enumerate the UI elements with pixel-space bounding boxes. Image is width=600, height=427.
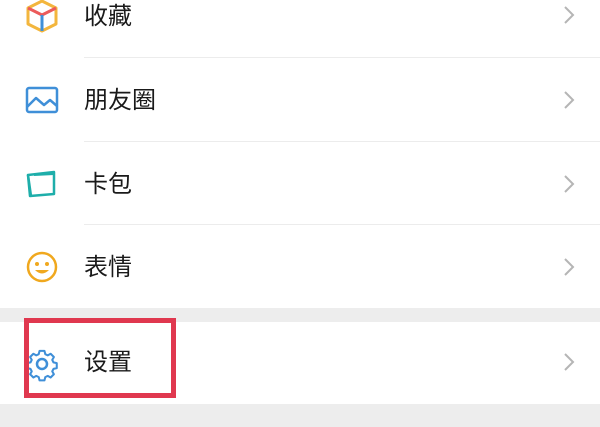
menu-item-label: 表情: [84, 253, 132, 281]
menu-item-moments[interactable]: 朋友圈: [0, 58, 600, 142]
cube-icon: [24, 0, 60, 34]
menu-item-label: 收藏: [84, 2, 132, 30]
chevron-right-icon: [562, 89, 576, 111]
gear-icon: [24, 346, 60, 382]
menu-group-settings: 设置: [0, 322, 600, 404]
menu-item-card-wallet[interactable]: 卡包: [0, 142, 600, 226]
chevron-right-icon: [562, 4, 576, 26]
menu-item-label: 卡包: [84, 170, 132, 198]
image-icon: [24, 82, 60, 118]
chevron-right-icon: [562, 173, 576, 195]
menu-item-label: 设置: [84, 348, 132, 376]
card-wallet-icon: [24, 166, 60, 202]
menu-item-settings[interactable]: 设置: [0, 322, 600, 404]
smiley-icon: [24, 249, 60, 285]
menu-item-label: 朋友圈: [84, 86, 156, 114]
chevron-right-icon: [562, 256, 576, 278]
menu-group-primary: 收藏 朋友圈 卡包 表情: [0, 0, 600, 308]
menu-item-stickers[interactable]: 表情: [0, 225, 600, 309]
menu-item-favorites[interactable]: 收藏: [0, 0, 600, 58]
chevron-right-icon: [562, 351, 576, 373]
